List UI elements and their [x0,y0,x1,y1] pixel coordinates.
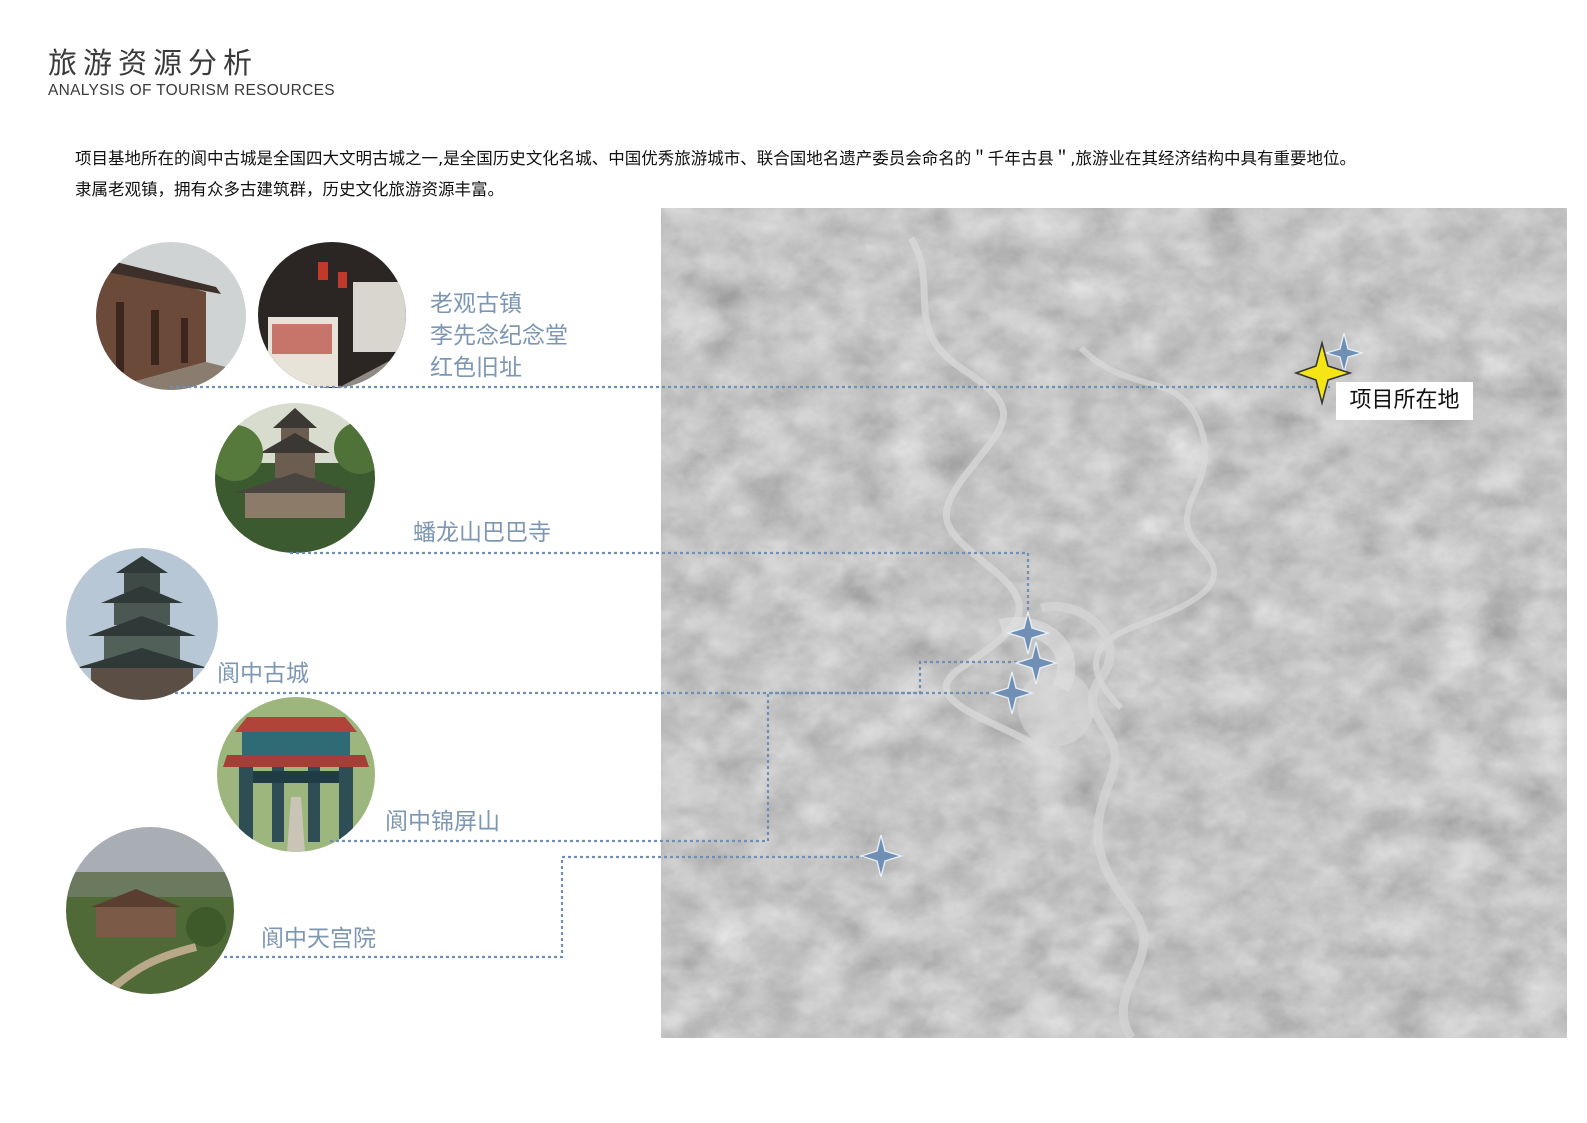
site-label-laoguan-line-1: 老观古镇 [430,291,522,317]
site-marker-5-icon [858,834,904,878]
site-marker-4-icon [989,671,1035,715]
site-label-laoguan-line-2: 李先念纪念堂 [430,323,568,349]
site-label-laoguan: 老观古镇 李先念纪念堂 红色旧址 [430,288,568,384]
site-label-laoguan-line-3: 红色旧址 [430,355,522,381]
leader-line-panlong [290,551,1030,632]
site-label-panlong: 蟠龙山巴巴寺 [413,520,551,546]
site-label-jinping: 阆中锦屏山 [385,809,500,835]
site-label-tiangong: 阆中天宫院 [261,926,376,952]
project-location-label: 项目所在地 [1336,382,1473,420]
site-marker-2-icon [1005,611,1051,655]
site-label-gucheng: 阆中古城 [217,661,309,687]
site-marker-3-icon [1013,641,1059,685]
leader-lines-layer [170,332,1365,959]
